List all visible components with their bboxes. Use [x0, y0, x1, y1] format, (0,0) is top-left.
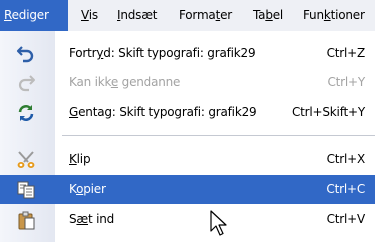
menu-rediger[interactable]: Rediger: [0, 0, 68, 31]
menu-item-label: Sæt ind: [69, 212, 115, 226]
menu-item-cut[interactable]: Klip Ctrl+X: [0, 145, 375, 174]
menu-bar: Rediger Vis Indsæt Formater Tabel Funkti…: [0, 0, 375, 32]
menu-item-repeat[interactable]: Gentag: Skift typografi: grafik29 Ctrl+S…: [0, 98, 375, 127]
menu-item-shortcut: Ctrl+X: [326, 152, 366, 166]
menu-item-label: Kan ikke gendanne: [69, 75, 181, 89]
scissors-icon: [17, 151, 35, 168]
menu-item-shortcut: Ctrl+Y: [327, 75, 365, 89]
menu-item-shortcut: Ctrl+Skift+Y: [291, 105, 365, 119]
menu-item-label: Kopier: [69, 182, 106, 196]
edit-menu-dropdown: Fortryd: Skift typografi: grafik29 Ctrl+…: [0, 31, 375, 242]
menu-funktioner[interactable]: Funktioner: [303, 0, 365, 31]
menu-item-label: Gentag: Skift typografi: grafik29: [69, 105, 257, 119]
repeat-icon: [18, 105, 34, 121]
menu-item-copy[interactable]: Kopier Ctrl+C: [0, 175, 375, 204]
menu-item-shortcut: Ctrl+V: [326, 212, 366, 226]
menu-item-undo[interactable]: Fortryd: Skift typografi: grafik29 Ctrl+…: [0, 39, 375, 68]
redo-icon: [18, 75, 35, 92]
copy-icon: [17, 181, 35, 199]
menu-tabel[interactable]: Tabel: [253, 0, 283, 31]
menu-item-shortcut: Ctrl+Z: [326, 46, 366, 60]
paste-icon: [18, 211, 35, 230]
menu-formater[interactable]: Formater: [179, 0, 232, 31]
menu-separator: [62, 135, 375, 136]
menu-item-redo: Kan ikke gendanne Ctrl+Y: [0, 68, 375, 97]
menu-item-shortcut: Ctrl+C: [326, 182, 365, 196]
menu-item-label: Klip: [69, 152, 91, 166]
menu-indsaet[interactable]: Indsæt: [117, 0, 158, 31]
menu-vis[interactable]: Vis: [81, 0, 98, 31]
mouse-pointer-icon: [210, 210, 227, 236]
menu-item-paste[interactable]: Sæt ind Ctrl+V: [0, 205, 375, 234]
menu-item-label: Fortryd: Skift typografi: grafik29: [69, 46, 256, 60]
undo-icon: [16, 46, 34, 63]
